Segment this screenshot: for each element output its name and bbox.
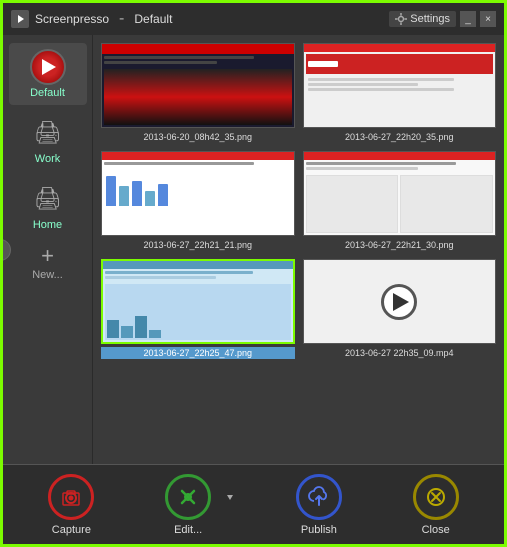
gallery-label-6: 2013-06-27 22h35_09.mp4 bbox=[303, 347, 497, 359]
close-label: Close bbox=[422, 524, 450, 536]
gallery-thumb-4 bbox=[303, 151, 497, 236]
close-icon bbox=[413, 474, 459, 520]
gallery-item-5[interactable]: 2013-06-27_22h25_47.png bbox=[101, 259, 295, 359]
x-circle-icon bbox=[425, 486, 447, 508]
gallery-item-6[interactable]: 2013-06-27 22h35_09.mp4 bbox=[303, 259, 497, 359]
settings-label: Settings bbox=[410, 13, 450, 25]
app-icon bbox=[11, 10, 29, 28]
edit-button[interactable]: Edit... bbox=[153, 474, 223, 536]
title-bar-left: Screenpresso - Default bbox=[11, 10, 172, 28]
sidebar-item-default[interactable]: Default bbox=[9, 43, 87, 105]
minimize-button[interactable]: _ bbox=[460, 11, 476, 27]
title-bar: Screenpresso - Default Settings _ × bbox=[3, 3, 504, 35]
gallery-thumb-1 bbox=[101, 43, 295, 128]
gallery-label-5: 2013-06-27_22h25_47.png bbox=[101, 347, 295, 359]
camera-icon bbox=[60, 486, 82, 508]
video-play-indicator bbox=[381, 284, 417, 320]
app-window: Screenpresso - Default Settings _ × bbox=[0, 0, 507, 547]
toolbar: Capture Edit... bbox=[3, 464, 504, 544]
capture-button[interactable]: Capture bbox=[36, 474, 106, 536]
gear-icon bbox=[395, 13, 407, 25]
sidebar-item-work-label: Work bbox=[35, 153, 60, 165]
title-bar-right: Settings _ × bbox=[389, 11, 496, 27]
default-icon bbox=[30, 49, 66, 85]
publish-icon bbox=[296, 474, 342, 520]
gallery-thumb-2 bbox=[303, 43, 497, 128]
gallery-label-3: 2013-06-27_22h21_21.png bbox=[101, 239, 295, 251]
upload-cloud-icon bbox=[308, 486, 330, 508]
gallery-thumb-3 bbox=[101, 151, 295, 236]
gallery-thumb-6 bbox=[303, 259, 497, 344]
capture-icon bbox=[48, 474, 94, 520]
collapse-sidebar-button[interactable]: ‹ bbox=[3, 239, 11, 261]
chevron-down-icon bbox=[225, 491, 235, 503]
sidebar-item-default-label: Default bbox=[30, 87, 65, 99]
sidebar: ‹ Default 🖨 Work bbox=[3, 35, 93, 464]
close-window-button[interactable]: × bbox=[480, 11, 496, 27]
app-title: Screenpresso bbox=[35, 12, 109, 26]
edit-group: Edit... bbox=[153, 474, 237, 536]
sidebar-new-label: New... bbox=[32, 269, 63, 281]
sidebar-item-home-label: Home bbox=[33, 219, 62, 231]
gallery-label-2: 2013-06-27_22h20_35.png bbox=[303, 131, 497, 143]
edit-dropdown-arrow[interactable] bbox=[223, 474, 237, 520]
gallery-item-1[interactable]: 2013-06-20_08h42_35.png bbox=[101, 43, 295, 143]
plus-icon: + bbox=[41, 245, 54, 267]
sidebar-new-button[interactable]: + New... bbox=[32, 245, 63, 281]
close-button[interactable]: Close bbox=[401, 474, 471, 536]
gallery-label-4: 2013-06-27_22h21_30.png bbox=[303, 239, 497, 251]
edit-label: Edit... bbox=[174, 524, 202, 536]
profile-name: Default bbox=[134, 12, 172, 26]
gallery-thumb-5 bbox=[101, 259, 295, 344]
edit-icon bbox=[165, 474, 211, 520]
gallery-item-3[interactable]: 2013-06-27_22h21_21.png bbox=[101, 151, 295, 251]
work-printer-icon: 🖨 bbox=[30, 115, 66, 151]
settings-button[interactable]: Settings bbox=[389, 11, 456, 27]
main-content: ‹ Default 🖨 Work bbox=[3, 35, 504, 464]
gallery-item-4[interactable]: 2013-06-27_22h21_30.png bbox=[303, 151, 497, 251]
gallery-label-1: 2013-06-20_08h42_35.png bbox=[101, 131, 295, 143]
title-separator: - bbox=[119, 10, 124, 28]
publish-button[interactable]: Publish bbox=[284, 474, 354, 536]
tools-icon bbox=[177, 486, 199, 508]
sidebar-item-work[interactable]: 🖨 Work bbox=[9, 109, 87, 171]
gallery: 2013-06-20_08h42_35.png bbox=[93, 35, 504, 464]
home-printer-icon: 🖨 bbox=[30, 181, 66, 217]
capture-label: Capture bbox=[52, 524, 91, 536]
sidebar-item-home[interactable]: 🖨 Home bbox=[9, 175, 87, 237]
gallery-item-2[interactable]: 2013-06-27_22h20_35.png bbox=[303, 43, 497, 143]
publish-label: Publish bbox=[301, 524, 337, 536]
